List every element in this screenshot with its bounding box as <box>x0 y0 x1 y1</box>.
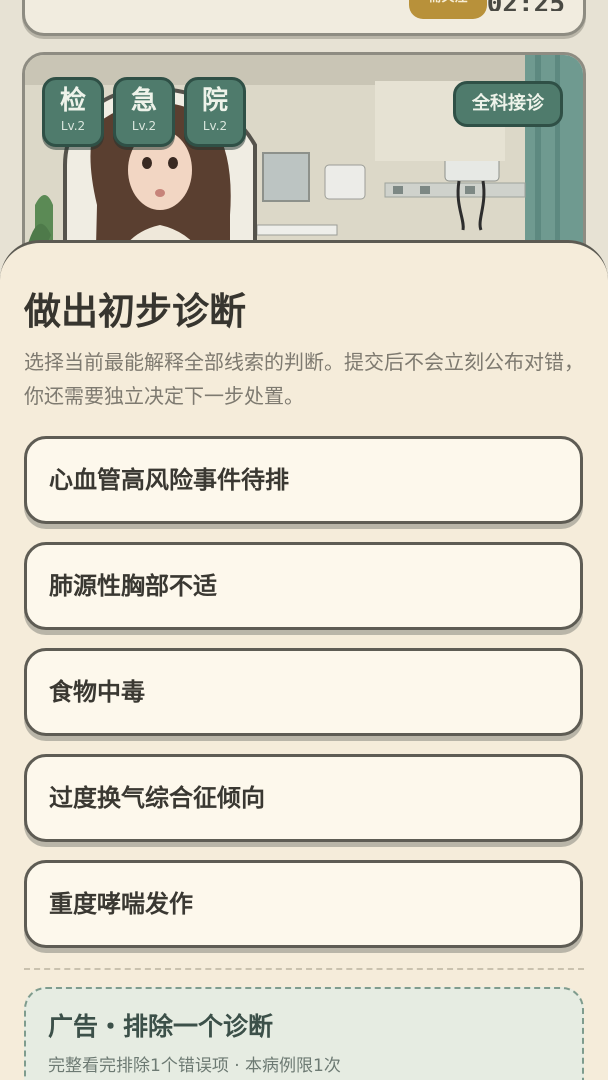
dept-badge-exam[interactable]: 检 Lv.2 <box>42 77 104 147</box>
general-accept-button[interactable]: 全科接诊 <box>453 81 563 127</box>
sheet-title: 做出初步诊断 <box>24 290 246 333</box>
dept-badge-level: Lv.2 <box>60 119 86 133</box>
diagnosis-option[interactable]: 过度换气综合征倾向 <box>24 754 583 842</box>
patient-status-card[interactable]: 需关注 02:25 <box>22 0 586 36</box>
dept-badge-hospital[interactable]: 院 Lv.2 <box>184 77 246 147</box>
status-pill: 需关注 <box>409 0 487 19</box>
section-divider <box>24 968 584 970</box>
dept-badge-char: 院 <box>201 86 228 116</box>
diagnosis-option[interactable]: 心血管高风险事件待排 <box>24 436 583 524</box>
countdown-timer: 02:25 <box>487 0 565 11</box>
diagnosis-option[interactable]: 食物中毒 <box>24 648 583 736</box>
ad-title: 广告・排除一个诊断 <box>48 1012 274 1041</box>
dept-badge-emergency[interactable]: 急 Lv.2 <box>113 77 175 147</box>
ad-eliminate-diagnosis-button[interactable]: 广告・排除一个诊断 完整看完排除1个错误项 · 本病例限1次 <box>24 987 584 1080</box>
ad-subtitle: 完整看完排除1个错误项 · 本病例限1次 <box>48 1056 341 1076</box>
dept-badge-level: Lv.2 <box>131 119 157 133</box>
dept-badge-char: 检 <box>59 86 86 116</box>
app-root: 需关注 02:25 <box>0 0 608 1080</box>
dept-badge-char: 急 <box>130 86 157 116</box>
diagnosis-option[interactable]: 重度哮喘发作 <box>24 860 583 948</box>
status-pill-label: 需关注 <box>409 0 487 11</box>
sheet-description: 选择当前最能解释全部线索的判断。提交后不会立刻公布对错，你还需要独立决定下一步处… <box>24 350 584 408</box>
diagnosis-sheet: 做出初步诊断 选择当前最能解释全部线索的判断。提交后不会立刻公布对错，你还需要独… <box>0 240 608 1080</box>
dept-badge-level: Lv.2 <box>202 119 228 133</box>
diagnosis-option[interactable]: 肺源性胸部不适 <box>24 542 583 630</box>
